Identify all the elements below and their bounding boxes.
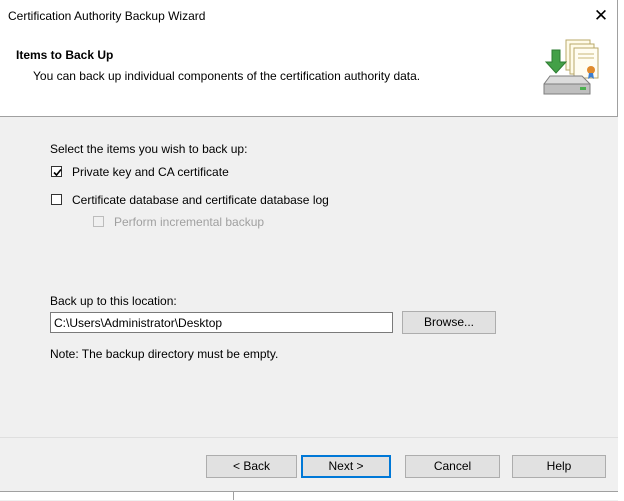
cancel-button[interactable]: Cancel <box>405 455 500 478</box>
wizard-header: Items to Back Up You can back up individ… <box>0 32 618 117</box>
certificate-database-checkbox[interactable] <box>51 194 62 205</box>
incremental-backup-checkbox <box>93 216 104 227</box>
location-label: Back up to this location: <box>50 294 177 308</box>
backup-certificates-icon <box>543 39 599 95</box>
wizard-content: Select the items you wish to back up: Pr… <box>0 117 618 437</box>
next-button[interactable]: Next > <box>301 455 391 478</box>
title-bar: Certification Authority Backup Wizard ✕ <box>0 0 624 32</box>
background-window-strip <box>0 492 618 500</box>
window-edge <box>617 0 624 500</box>
page-subtitle: You can back up individual components of… <box>33 69 421 83</box>
backup-note: Note: The backup directory must be empty… <box>50 347 279 361</box>
window-title: Certification Authority Backup Wizard <box>8 9 206 23</box>
close-button[interactable]: ✕ <box>586 4 616 28</box>
background-divider-tick <box>233 491 234 500</box>
incremental-backup-label: Perform incremental backup <box>114 215 265 229</box>
page-title: Items to Back Up <box>16 48 114 62</box>
close-icon: ✕ <box>593 6 609 25</box>
certificate-database-label[interactable]: Certificate database and certificate dat… <box>72 193 329 207</box>
help-button[interactable]: Help <box>512 455 606 478</box>
checkmark-icon <box>53 168 62 177</box>
select-items-label: Select the items you wish to back up: <box>50 142 248 156</box>
private-key-checkbox[interactable] <box>51 166 62 177</box>
backup-location-input[interactable] <box>50 312 393 333</box>
private-key-label[interactable]: Private key and CA certificate <box>72 165 229 179</box>
browse-button[interactable]: Browse... <box>402 311 496 334</box>
back-button[interactable]: < Back <box>206 455 297 478</box>
